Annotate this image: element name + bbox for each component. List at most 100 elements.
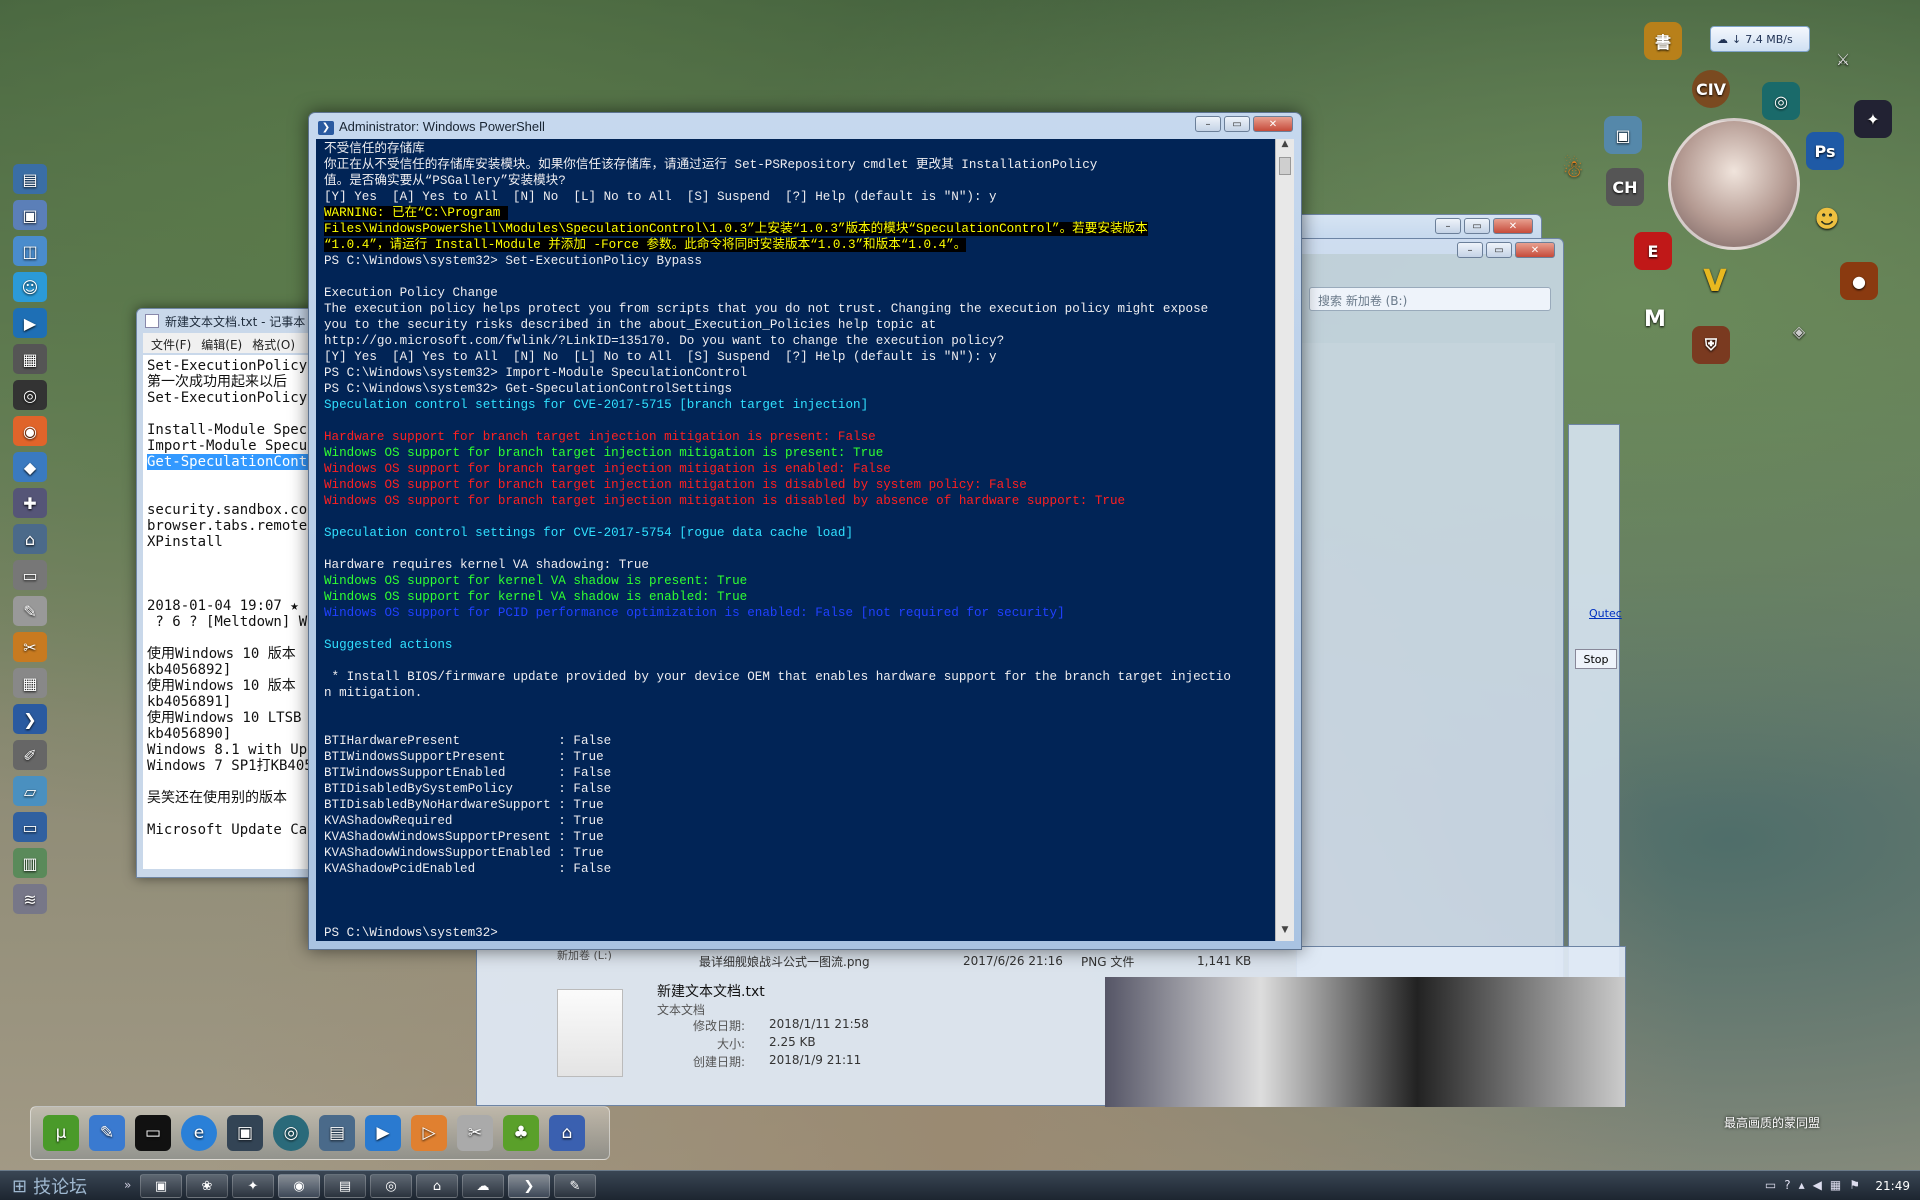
minimize-button[interactable]: – — [1195, 116, 1221, 132]
qutec-link[interactable]: Qutec — [1589, 607, 1622, 620]
console-scrollbar[interactable]: ▲ ▼ — [1275, 139, 1294, 941]
taskbar-item[interactable]: ▤ — [324, 1174, 366, 1198]
taskbar-item[interactable]: ❀ — [186, 1174, 228, 1198]
maximize-button[interactable]: ▭ — [1464, 218, 1490, 234]
game-icon[interactable]: 書 — [1644, 22, 1682, 60]
volume-icon[interactable]: ◀ — [1813, 1178, 1822, 1192]
app-icon[interactable]: ◆ — [13, 452, 47, 482]
app-icon[interactable]: ● — [1840, 262, 1878, 300]
steam-icon[interactable]: ◎ — [273, 1115, 309, 1151]
firefox-icon[interactable]: ◉ — [13, 416, 47, 446]
network-icon[interactable]: ⌂ — [549, 1115, 585, 1151]
file-row[interactable]: 最详细舰娘战斗公式一图流.png 2017/6/26 21:16 PNG 文件 … — [527, 951, 1615, 971]
avatar-widget[interactable] — [1668, 118, 1800, 250]
stop-button[interactable]: Stop — [1575, 649, 1617, 669]
taskbar-item[interactable]: ◉ — [278, 1174, 320, 1198]
minimize-button[interactable]: – — [1457, 242, 1483, 258]
disk-icon[interactable]: ▭ — [13, 560, 47, 590]
e-icon[interactable]: E — [1634, 232, 1672, 270]
clock[interactable]: 21:49 — [1875, 1179, 1910, 1193]
ch-icon[interactable]: CH — [1606, 168, 1644, 206]
tray-arrow-icon[interactable]: ▴ — [1799, 1178, 1805, 1192]
notepad-text-area[interactable]: Set-ExecutionPolicy 第一次成功用起来以后 Set-Executi… — [143, 355, 335, 869]
app-icon[interactable]: ▣ — [13, 200, 47, 230]
taskbar-item[interactable]: ◎ — [370, 1174, 412, 1198]
net-speed-widget[interactable]: ☁ ↓ 7.4 MB/s — [1710, 26, 1810, 52]
close-button[interactable]: ✕ — [1515, 242, 1555, 258]
laptop-icon[interactable]: ▱ — [13, 776, 47, 806]
app-icon[interactable]: ◫ — [13, 236, 47, 266]
wifi-icon[interactable]: ≋ — [13, 884, 47, 914]
app-icon[interactable]: ▤ — [13, 164, 47, 194]
taskbar-item[interactable]: ✦ — [232, 1174, 274, 1198]
network-icon[interactable]: ⌂ — [13, 524, 47, 554]
app-icon[interactable]: ◎ — [1762, 82, 1800, 120]
taskbar-item[interactable]: ☁ — [462, 1174, 504, 1198]
minimize-button[interactable]: – — [1435, 218, 1461, 234]
powershell-console[interactable]: 不受信任的存储库 你正在从不受信任的存储库安装模块。如果你信任该存储库，请通过运行… — [316, 139, 1275, 941]
fallout-icon[interactable]: ☻ — [1808, 200, 1846, 238]
photoshop-icon[interactable]: Ps — [1806, 132, 1844, 170]
monitor-icon[interactable]: ▣ — [227, 1115, 263, 1151]
help-icon[interactable]: ? — [1784, 1178, 1790, 1192]
console-line: 不受信任的存储库 — [324, 142, 425, 156]
notepad-line: Set-ExecutionPolicy — [147, 390, 308, 406]
oblivion-icon[interactable]: ◈ — [1780, 312, 1818, 350]
parrot-icon[interactable]: ♣ — [503, 1115, 539, 1151]
explorer-window[interactable]: – ▭ ✕ 搜索 新加卷 (B:) — [1296, 238, 1564, 978]
cmd-icon[interactable]: ▭ — [135, 1115, 171, 1151]
users-icon[interactable]: ☺ — [13, 272, 47, 302]
pen-icon[interactable]: ✎ — [89, 1115, 125, 1151]
monitor-icon[interactable]: ▭ — [13, 812, 47, 842]
wheel-icon[interactable]: ◎ — [13, 380, 47, 410]
powershell-icon[interactable]: ❯ — [13, 704, 47, 734]
app-icon[interactable]: ▤ — [319, 1115, 355, 1151]
app-icon[interactable]: ☃ — [1554, 150, 1592, 188]
v-icon[interactable]: V — [1696, 262, 1734, 300]
ie-icon[interactable]: e — [181, 1115, 217, 1151]
network-icon[interactable]: ▦ — [1830, 1178, 1841, 1192]
powershell-window[interactable]: ❯ Administrator: Windows PowerShell – ▭ … — [308, 112, 1302, 950]
maximize-button[interactable]: ▭ — [1224, 116, 1250, 132]
civ-icon[interactable]: CIV — [1692, 70, 1730, 108]
app-icon[interactable]: ▥ — [13, 848, 47, 878]
notepad-window[interactable]: 新建文本文档.txt - 记事本 文件(F) 编辑(E) 格式(O) Set-E… — [136, 308, 336, 878]
skyrim-icon[interactable]: ⚔ — [1824, 40, 1862, 78]
m-icon[interactable]: M — [1636, 300, 1674, 338]
maximize-button[interactable]: ▭ — [1486, 242, 1512, 258]
notepad-line: 2018-01-04 19:07 ★ — [147, 598, 299, 614]
console-line: 值。是否确实要从“PSGallery”安装模块? — [324, 174, 566, 188]
media-player-icon[interactable]: ▶ — [13, 308, 47, 338]
scroll-thumb[interactable] — [1279, 157, 1291, 175]
keyboard-icon[interactable]: ▭ — [1765, 1178, 1776, 1192]
tools-icon[interactable]: ✂ — [457, 1115, 493, 1151]
menu-edit[interactable]: 编辑(E) — [201, 336, 242, 352]
film-icon[interactable]: ▦ — [13, 344, 47, 374]
shield-icon[interactable]: ⛨ — [1692, 326, 1730, 364]
cube-icon[interactable]: ▣ — [1604, 116, 1642, 154]
close-button[interactable]: ✕ — [1493, 218, 1533, 234]
menu-file[interactable]: 文件(F) — [151, 336, 191, 352]
chevron-right-icon[interactable]: » — [124, 1178, 131, 1192]
action-center-icon[interactable]: ⚑ — [1849, 1178, 1860, 1192]
scroll-up-icon[interactable]: ▲ — [1276, 139, 1294, 155]
search-input[interactable]: 搜索 新加卷 (B:) — [1309, 287, 1551, 311]
tools-icon[interactable]: ✂ — [13, 632, 47, 662]
taskbar-item-powershell[interactable]: ❯ — [508, 1174, 550, 1198]
media-icon[interactable]: ▷ — [411, 1115, 447, 1151]
utorrent-icon[interactable]: µ — [43, 1115, 79, 1151]
notepad-icon[interactable]: ✎ — [13, 596, 47, 626]
play-icon[interactable]: ▶ — [365, 1115, 401, 1151]
pen-icon[interactable]: ✐ — [13, 740, 47, 770]
scroll-down-icon[interactable]: ▼ — [1276, 925, 1294, 941]
detail-name: 新建文本文档.txt — [657, 984, 765, 1000]
taskbar-item[interactable]: ⌂ — [416, 1174, 458, 1198]
close-button[interactable]: ✕ — [1253, 116, 1293, 132]
menu-format[interactable]: 格式(O) — [252, 336, 295, 352]
calculator-icon[interactable]: ▦ — [13, 668, 47, 698]
app-icon[interactable]: ✦ — [1854, 100, 1892, 138]
start-button[interactable]: ⊞ 技论坛 — [6, 1173, 126, 1199]
taskbar-item-notepad[interactable]: ✎ — [554, 1174, 596, 1198]
taskbar-item[interactable]: ▣ — [140, 1174, 182, 1198]
gamepad-icon[interactable]: ✚ — [13, 488, 47, 518]
